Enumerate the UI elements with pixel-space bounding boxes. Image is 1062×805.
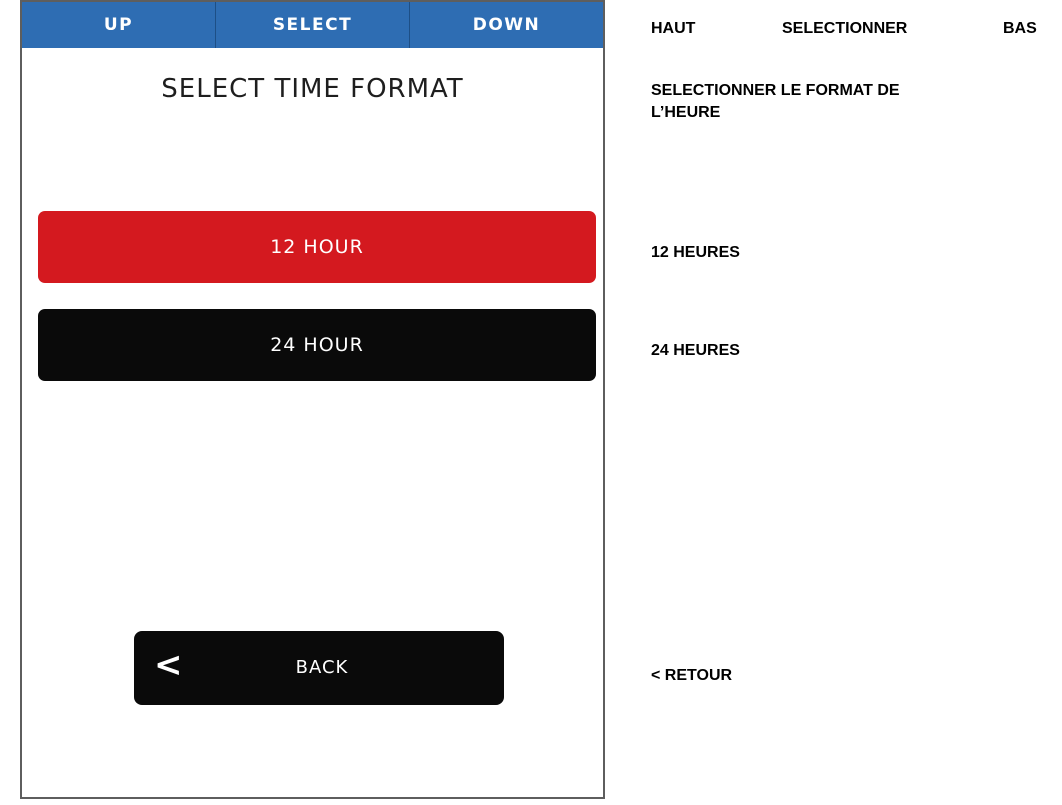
translation-select: SELECTIONNER	[782, 20, 908, 37]
select-button[interactable]: SELECT	[215, 2, 409, 48]
translation-title: SELECTIONNER LE FORMAT DE L’HEURE	[651, 80, 1011, 124]
translation-title-line1: SELECTIONNER LE FORMAT DE	[651, 82, 900, 99]
hardware-button-bar: UP SELECT DOWN	[22, 2, 603, 48]
screen-title: SELECT TIME FORMAT	[161, 74, 464, 104]
back-button[interactable]: < BACK	[134, 631, 504, 705]
device-screen: UP SELECT DOWN SELECT TIME FORMAT 12 HOU…	[20, 0, 605, 799]
translation-down: BAS	[1003, 20, 1037, 37]
back-label: BACK	[295, 657, 349, 678]
translation-option-24: 24 HEURES	[651, 342, 740, 359]
up-button[interactable]: UP	[22, 2, 215, 48]
down-button[interactable]: DOWN	[409, 2, 603, 48]
translation-up: HAUT	[651, 20, 696, 37]
translation-option-12: 12 HEURES	[651, 244, 740, 261]
option-24-hour[interactable]: 24 HOUR	[38, 309, 596, 381]
translation-title-line2: L’HEURE	[651, 104, 721, 121]
option-12-hour[interactable]: 12 HOUR	[38, 211, 596, 283]
translation-back: < RETOUR	[651, 667, 733, 684]
